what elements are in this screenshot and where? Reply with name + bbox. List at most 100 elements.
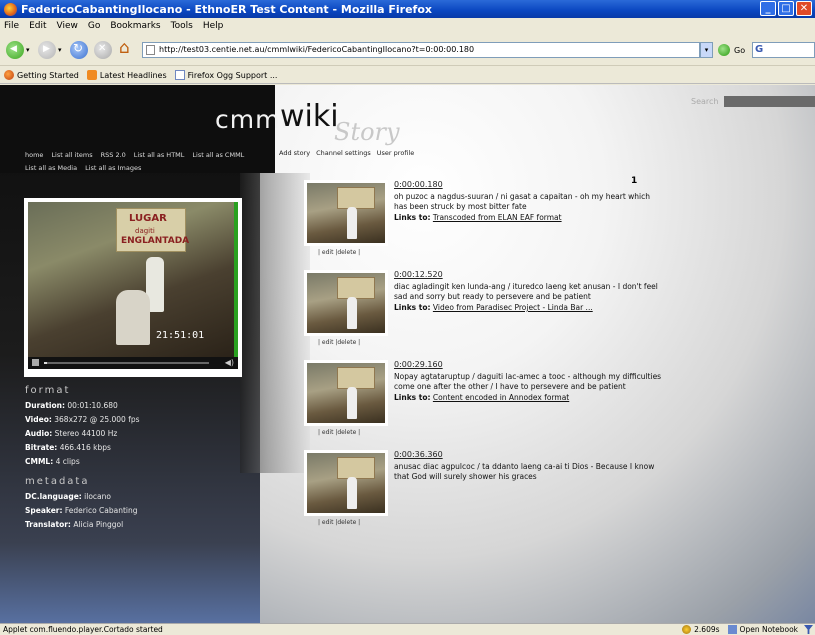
nav-list-html[interactable]: List all as HTML — [134, 151, 185, 159]
nav-user-profile[interactable]: User profile — [377, 149, 414, 157]
thumb-banner — [337, 277, 375, 299]
bookmark-getting-started[interactable]: Getting Started — [4, 70, 79, 80]
page-content: cmml wiki Story Search home List all item… — [0, 85, 815, 623]
audio-label: Audio: — [25, 429, 53, 438]
video-value: 368x272 @ 25.000 fps — [54, 415, 140, 424]
clip-link[interactable]: Video from Paradisec Project - Linda Bar… — [433, 303, 593, 312]
bookmark-latest-headlines[interactable]: Latest Headlines — [86, 70, 167, 80]
clip-thumbnail[interactable] — [304, 180, 388, 246]
browser-search-input[interactable]: G — [752, 42, 815, 58]
language-value: ilocano — [84, 492, 111, 501]
bookmarks-bar: Getting Started Latest Headlines Firefox… — [0, 67, 815, 84]
bitrate-value: 466.416 kbps — [59, 443, 111, 452]
links-label: Links to: — [394, 303, 431, 312]
clip-link[interactable]: Transcoded from ELAN EAF format — [433, 213, 562, 222]
menu-bookmarks[interactable]: Bookmarks — [110, 21, 160, 31]
menu-go[interactable]: Go — [88, 21, 100, 31]
volume-icon[interactable]: ◀) — [225, 358, 234, 367]
open-notebook-button[interactable]: Open Notebook — [740, 624, 798, 635]
clip-edit-delete[interactable]: | edit |delete | — [318, 519, 360, 526]
clip-thumbnail-image — [307, 183, 385, 243]
reload-icon[interactable] — [70, 41, 88, 59]
video-banner: LUGAR dagiti ENGLANTADA — [116, 208, 189, 252]
site-search-input[interactable] — [724, 96, 815, 107]
thumb-banner — [337, 367, 375, 389]
clip-thumbnail[interactable] — [304, 360, 388, 426]
clip-description: anusac diac agpulcoc / ta ddanto laeng c… — [394, 462, 655, 481]
duration-value: 00:01:10.680 — [67, 401, 118, 410]
menu-bar: File Edit View Go Bookmarks Tools Help — [0, 18, 815, 34]
close-button[interactable]: ✕ — [796, 1, 812, 16]
filter-icon[interactable] — [804, 625, 813, 634]
notebook-icon[interactable] — [727, 625, 737, 634]
url-bar[interactable]: http://test03.centie.net.au/cmmlwiki/Fed… — [142, 42, 700, 58]
thumb-banner — [337, 457, 375, 479]
minimize-button[interactable]: _ — [760, 1, 776, 16]
forward-icon[interactable] — [38, 41, 56, 59]
nav-list-images[interactable]: List all as Images — [85, 164, 141, 172]
maximize-button[interactable]: □ — [778, 1, 794, 16]
decorative-swirl — [240, 173, 310, 473]
menu-tools[interactable]: Tools — [171, 21, 193, 31]
firefox-icon — [4, 2, 17, 16]
clip-edit-delete[interactable]: | edit |delete | — [318, 429, 360, 436]
menu-view[interactable]: View — [57, 21, 78, 31]
page-icon — [146, 45, 155, 55]
back-icon[interactable] — [6, 41, 24, 59]
translator-label: Translator: — [25, 520, 71, 529]
stop-icon[interactable] — [94, 41, 112, 59]
url-dropdown-icon[interactable]: ▾ — [700, 42, 713, 58]
clip-time-link[interactable]: 0:00:29.160 — [394, 360, 443, 369]
bitrate-label: Bitrate: — [25, 443, 58, 452]
status-timing: 2.609s — [694, 625, 720, 634]
clip-link[interactable]: Content encoded in Annodex format — [433, 393, 569, 402]
video-player[interactable]: LUGAR dagiti ENGLANTADA 21:51:01 ◀) — [24, 198, 242, 377]
clip-time-link[interactable]: 0:00:36.360 — [394, 450, 443, 459]
nav-rss[interactable]: RSS 2.0 — [101, 151, 126, 159]
clip-thumbnail-image — [307, 363, 385, 423]
page-icon — [174, 70, 185, 80]
logo-wiki: wiki — [280, 99, 339, 134]
go-icon[interactable] — [718, 44, 730, 56]
metadata-heading: metadata — [25, 476, 90, 487]
format-heading: format — [25, 385, 71, 396]
nav-list-all-items[interactable]: List all items — [51, 151, 92, 159]
nav-add-story[interactable]: Add story — [279, 149, 310, 157]
firebug-icon[interactable] — [682, 625, 692, 634]
menu-help[interactable]: Help — [203, 21, 224, 31]
site-nav: home List all items RSS 2.0 List all as HTM… — [25, 149, 265, 175]
clip-time-link[interactable]: 0:00:12.520 — [394, 270, 443, 279]
search-label: Search — [691, 97, 719, 106]
menu-file[interactable]: File — [4, 21, 19, 31]
forward-dropdown-icon[interactable]: ▾ — [58, 46, 62, 54]
thumb-person — [347, 297, 357, 329]
home-icon[interactable] — [118, 38, 136, 59]
url-text: http://test03.centie.net.au/cmmlwiki/Fed… — [159, 45, 475, 54]
nav-home[interactable]: home — [25, 151, 43, 159]
menu-edit[interactable]: Edit — [29, 21, 46, 31]
video-timestamp-overlay: 21:51:01 — [156, 330, 205, 341]
clip-time-link[interactable]: 0:00:00.180 — [394, 180, 443, 189]
clip-edit-delete[interactable]: | edit |delete | — [318, 339, 360, 346]
nav-list-cmml[interactable]: List all as CMML — [192, 151, 244, 159]
status-bar: Applet com.fluendo.player.Cortado starte… — [0, 623, 815, 635]
nav-channel-settings[interactable]: Channel settings — [316, 149, 371, 157]
bookmark-firefox-ogg[interactable]: Firefox Ogg Support ... — [174, 70, 277, 80]
logo-story: Story — [334, 118, 400, 146]
clip-thumbnail[interactable] — [304, 270, 388, 336]
video-frame[interactable]: LUGAR dagiti ENGLANTADA 21:51:01 — [28, 202, 238, 357]
nav-list-media[interactable]: List all as Media — [25, 164, 77, 172]
banner-text: dagiti — [135, 227, 155, 235]
seek-bar[interactable] — [44, 362, 209, 364]
clip-edit-delete[interactable]: | edit |delete | — [318, 249, 360, 256]
links-label: Links to: — [394, 393, 431, 402]
status-text: Applet com.fluendo.player.Cortado starte… — [3, 625, 163, 634]
cmml-label: CMML: — [25, 457, 54, 466]
language-line: DC.language: ilocano — [25, 492, 111, 501]
clip-thumbnail[interactable] — [304, 450, 388, 516]
go-button[interactable]: Go — [734, 46, 745, 55]
pause-icon[interactable] — [32, 359, 39, 366]
video-edge-bar — [234, 202, 238, 357]
back-dropdown-icon[interactable]: ▾ — [26, 46, 30, 54]
clip-description: diac agladingit ken lunda-ang / ituredco… — [394, 282, 658, 301]
